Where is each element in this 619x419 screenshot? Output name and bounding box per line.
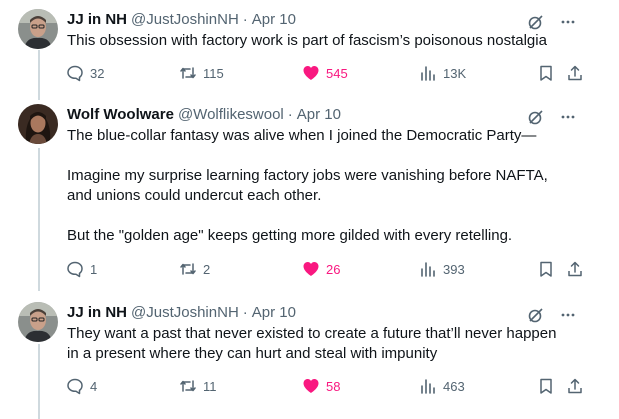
share-icon [568,378,582,394]
share-button[interactable] [566,376,584,396]
user-handle[interactable]: @JustJoshinNH [131,304,239,321]
like-icon [303,379,319,393]
user-handle[interactable]: @JustJoshinNH [131,11,239,28]
tweet-date[interactable]: Apr 10 [252,11,296,28]
bookmark-button[interactable] [537,376,555,396]
like-count: 545 [326,65,348,81]
reply-count: 4 [90,378,98,394]
bookmark-button[interactable] [537,259,555,279]
more-icon[interactable] [559,13,577,31]
grok-icon[interactable] [527,306,545,324]
display-name[interactable]: JJ in NH [67,304,127,321]
separator-dot: · [242,303,248,321]
reply-count: 1 [90,261,98,277]
bookmark-icon [540,261,552,277]
like-count: 26 [326,261,341,277]
bookmark-button[interactable] [537,63,555,83]
thread-line [38,148,40,291]
more-icon[interactable] [559,108,577,126]
reply-icon [67,65,83,82]
tweet-actions: 1 2 26 393 [66,259,591,279]
avatar-image [18,9,58,49]
repost-button[interactable]: 2 [179,259,210,279]
views-icon [421,262,435,277]
reply-button[interactable]: 1 [66,259,97,279]
repost-count: 115 [203,65,224,81]
tweet-date[interactable]: Apr 10 [252,304,296,321]
repost-icon [180,67,196,79]
views-count: 393 [443,261,465,277]
tweet-text: The blue-collar fantasy was alive when I… [67,126,597,246]
tweet-text-line: in a present where they can hurt and ste… [67,345,438,362]
like-icon [303,262,319,276]
repost-button[interactable]: 115 [179,63,224,83]
share-button[interactable] [566,63,584,83]
like-count: 58 [326,378,341,394]
more-icon[interactable] [559,306,577,324]
display-name[interactable]: JJ in NH [67,11,127,28]
tweet-text-line: They want a past that never existed to c… [67,325,557,342]
repost-button[interactable]: 11 [179,376,217,396]
tweet-text-line [67,146,597,166]
views-button[interactable]: 393 [419,259,465,279]
thread-line [38,50,40,100]
tweet-text: They want a past that never existed to c… [67,324,597,364]
display-name[interactable]: Wolf Woolware [67,106,174,123]
like-button[interactable]: 545 [302,63,348,83]
repost-icon [180,380,196,392]
tweet-top-actions [527,108,577,126]
separator-dot: · [242,10,248,28]
bookmark-icon [540,378,552,394]
share-button[interactable] [566,259,584,279]
tweet-text-line: and unions could undercut each other. [67,187,322,204]
repost-icon [180,263,196,275]
views-icon [421,379,435,394]
thread-line [38,344,40,419]
reply-count: 32 [90,65,105,81]
separator-dot: · [287,105,293,123]
views-count: 13K [443,65,467,81]
avatar[interactable] [18,104,58,144]
tweet-header: JJ in NH @JustJoshinNH · Apr 10 [67,9,296,29]
views-button[interactable]: 13K [419,63,466,83]
tweet-text-line [67,206,597,226]
repost-count: 2 [203,261,211,277]
avatar[interactable] [18,9,58,49]
views-button[interactable]: 463 [419,376,465,396]
tweet-header: Wolf Woolware @Wolflikeswool · Apr 10 [67,104,341,124]
views-icon [421,66,435,81]
avatar-image [18,104,58,144]
tweet-text-line: But the "golden age" keeps getting more … [67,227,513,244]
tweet-text-line: This obsession with factory work is part… [67,32,547,49]
user-handle[interactable]: @Wolflikeswool [178,106,284,123]
bookmark-icon [540,65,552,81]
like-button[interactable]: 58 [302,376,340,396]
avatar-image [18,302,58,342]
reply-icon [67,261,83,278]
grok-icon[interactable] [527,108,545,126]
like-button[interactable]: 26 [302,259,340,279]
tweet-actions: 32 115 545 13K [66,63,591,83]
tweet-top-actions [527,306,577,324]
grok-icon[interactable] [527,13,545,31]
reply-icon [67,378,83,395]
tweet-header: JJ in NH @JustJoshinNH · Apr 10 [67,302,296,322]
repost-count: 11 [203,378,217,394]
tweet-text-line: The blue-collar fantasy was alive when I… [67,127,537,144]
tweet-text-line: Imagine my surprise learning factory job… [67,167,548,184]
views-count: 463 [443,378,465,394]
reply-button[interactable]: 4 [66,376,97,396]
reply-button[interactable]: 32 [66,63,104,83]
tweet-top-actions [527,13,577,31]
share-icon [568,261,582,277]
tweet-actions: 4 11 58 463 [66,376,591,396]
tweet-text: This obsession with factory work is part… [67,31,597,51]
tweet-date[interactable]: Apr 10 [297,106,341,123]
share-icon [568,65,582,81]
like-icon [303,66,319,80]
avatar[interactable] [18,302,58,342]
